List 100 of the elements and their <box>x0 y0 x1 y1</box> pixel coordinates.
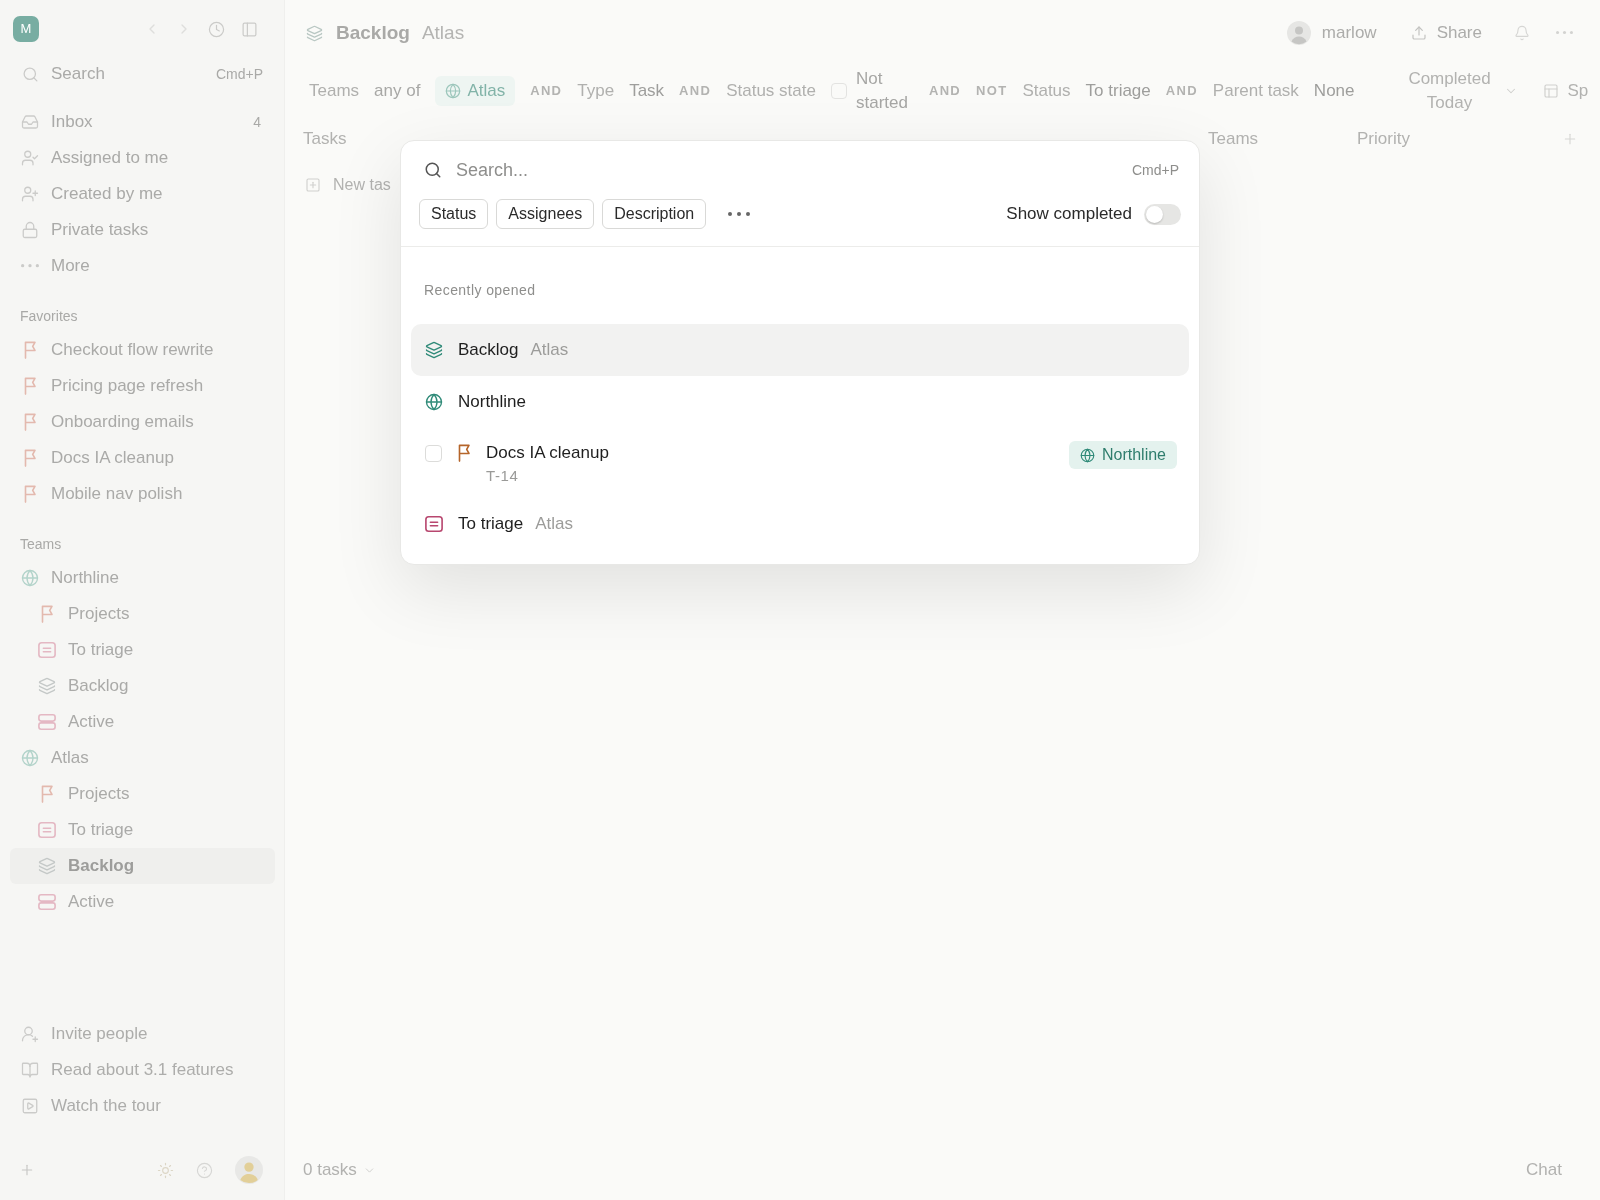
filter-field[interactable]: Teams <box>309 78 360 104</box>
help-icon[interactable] <box>196 1161 213 1179</box>
view-button[interactable]: Sp <box>1542 78 1589 104</box>
filter-value[interactable]: None <box>1313 78 1355 104</box>
sidebar-item[interactable]: Active <box>10 704 275 740</box>
layers-icon <box>425 341 443 359</box>
filter-field[interactable]: Status state <box>726 78 816 104</box>
app-logo[interactable]: M <box>13 16 39 42</box>
toggle-switch[interactable] <box>1144 203 1181 225</box>
user-check-icon <box>21 149 39 167</box>
lock-icon <box>21 221 39 239</box>
sidebar-item[interactable]: Backlog <box>10 848 275 884</box>
globe-icon <box>425 393 443 411</box>
sidebar-link[interactable]: Read about 3.1 features <box>10 1052 275 1088</box>
user-name[interactable]: marlow <box>1321 20 1377 46</box>
history-icon[interactable] <box>208 20 225 38</box>
task-id: T-14 <box>486 466 520 486</box>
add-icon[interactable] <box>19 1162 35 1178</box>
sidebar-item[interactable]: Onboarding emails <box>10 404 275 440</box>
sidebar-item[interactable]: Northline <box>10 560 275 596</box>
plus-square-icon <box>305 177 321 193</box>
user-plus-icon <box>21 1025 39 1043</box>
lined-square-icon <box>38 641 56 659</box>
filter-field[interactable]: Status <box>1022 78 1071 104</box>
lined-square-icon <box>38 821 56 839</box>
layers-icon <box>38 857 56 875</box>
search-button[interactable]: Search Cmd+P <box>10 58 275 90</box>
sidebar-item[interactable]: More <box>10 248 275 284</box>
toggle-label: Show completed <box>1006 203 1132 226</box>
result-context: Atlas <box>535 513 573 536</box>
column-header: Teams <box>1208 128 1260 151</box>
result-row[interactable]: Northline <box>411 376 1189 428</box>
checkbox[interactable] <box>425 445 442 462</box>
globe-icon <box>21 749 39 767</box>
sun-icon[interactable] <box>157 1161 174 1179</box>
sidebar-item[interactable]: Projects <box>10 776 275 812</box>
scope-chip[interactable]: Status <box>419 199 489 229</box>
sidebar-item[interactable]: Inbox 4 <box>10 104 275 140</box>
filter-operator[interactable]: any of <box>374 78 421 104</box>
bell-icon[interactable] <box>1514 25 1530 41</box>
sidebar-item[interactable]: Created by me <box>10 176 275 212</box>
sidebar-item[interactable]: Backlog <box>10 668 275 704</box>
stacked-rows-icon <box>38 893 56 911</box>
shortcut-hint: Cmd+P <box>215 64 263 84</box>
result-row[interactable]: Backlog Atlas <box>411 324 1189 376</box>
search-input[interactable]: Search... <box>456 156 1132 184</box>
completed-dropdown[interactable]: Completed Today <box>1405 67 1518 115</box>
result-row[interactable]: Docs IA cleanup T-14 Northline <box>411 428 1189 496</box>
result-title: Northline <box>458 391 527 414</box>
scope-chip[interactable]: Description <box>602 199 707 229</box>
search-icon <box>424 161 442 179</box>
flag-icon <box>456 444 472 462</box>
globe-icon <box>21 569 39 587</box>
sidebar-link[interactable]: Invite people <box>10 1016 275 1052</box>
chat-button[interactable]: Chat <box>1526 1157 1562 1183</box>
result-title: Docs IA cleanup <box>486 442 609 464</box>
filter-field[interactable]: Type <box>577 78 615 104</box>
inbox-count: 4 <box>253 112 261 132</box>
upload-icon <box>1410 25 1427 41</box>
team-chip[interactable]: Atlas <box>435 76 516 106</box>
ellipsis-icon[interactable] <box>1556 31 1573 35</box>
sidebar-item[interactable]: Mobile nav polish <box>10 476 275 512</box>
layout-icon <box>1542 83 1559 99</box>
filter-value[interactable]: Task <box>629 78 665 104</box>
share-button[interactable]: Share <box>1410 20 1482 46</box>
ellipsis-icon <box>728 212 751 216</box>
inbox-icon <box>21 113 39 131</box>
task-count-button[interactable]: 0 tasks <box>303 1157 376 1183</box>
result-row[interactable]: To triage Atlas <box>411 496 1189 552</box>
new-task-button[interactable]: New tas <box>305 173 391 197</box>
filter-value[interactable]: Not started <box>855 67 914 115</box>
sidebar-item[interactable]: Checkout flow rewrite <box>10 332 275 368</box>
sidebar-item[interactable]: Assigned to me <box>10 140 275 176</box>
page-title: Backlog <box>336 20 410 45</box>
add-column-icon[interactable] <box>1562 131 1578 147</box>
filter-value[interactable]: To triage <box>1085 78 1151 104</box>
conjunction-label: NOT <box>976 82 1008 101</box>
globe-icon <box>1079 447 1095 463</box>
sidebar-toggle-icon[interactable] <box>241 20 258 38</box>
sidebar-item[interactable]: Projects <box>10 596 275 632</box>
sidebar-link[interactable]: Watch the tour <box>10 1088 275 1124</box>
scope-chip[interactable]: Assignees <box>496 199 595 229</box>
user-avatar-icon[interactable] <box>235 1156 263 1184</box>
sidebar-item[interactable]: To triage <box>10 632 275 668</box>
column-header: Tasks <box>303 128 348 151</box>
user-avatar-icon[interactable] <box>1286 21 1311 45</box>
layers-icon <box>38 677 56 695</box>
sidebar-item[interactable]: Pricing page refresh <box>10 368 275 404</box>
result-title: To triage <box>458 513 524 536</box>
layers-icon <box>306 24 323 42</box>
sidebar-item[interactable]: Atlas <box>10 740 275 776</box>
book-icon <box>21 1061 39 1079</box>
result-context: Atlas <box>530 339 569 362</box>
lined-square-icon <box>425 515 443 533</box>
sidebar-item[interactable]: Active <box>10 884 275 920</box>
filter-field[interactable]: Parent task <box>1212 78 1299 104</box>
sidebar-item[interactable]: Private tasks <box>10 212 275 248</box>
sidebar-item[interactable]: Docs IA cleanup <box>10 440 275 476</box>
sidebar-item[interactable]: To triage <box>10 812 275 848</box>
team-chip[interactable]: Northline <box>1068 441 1177 469</box>
